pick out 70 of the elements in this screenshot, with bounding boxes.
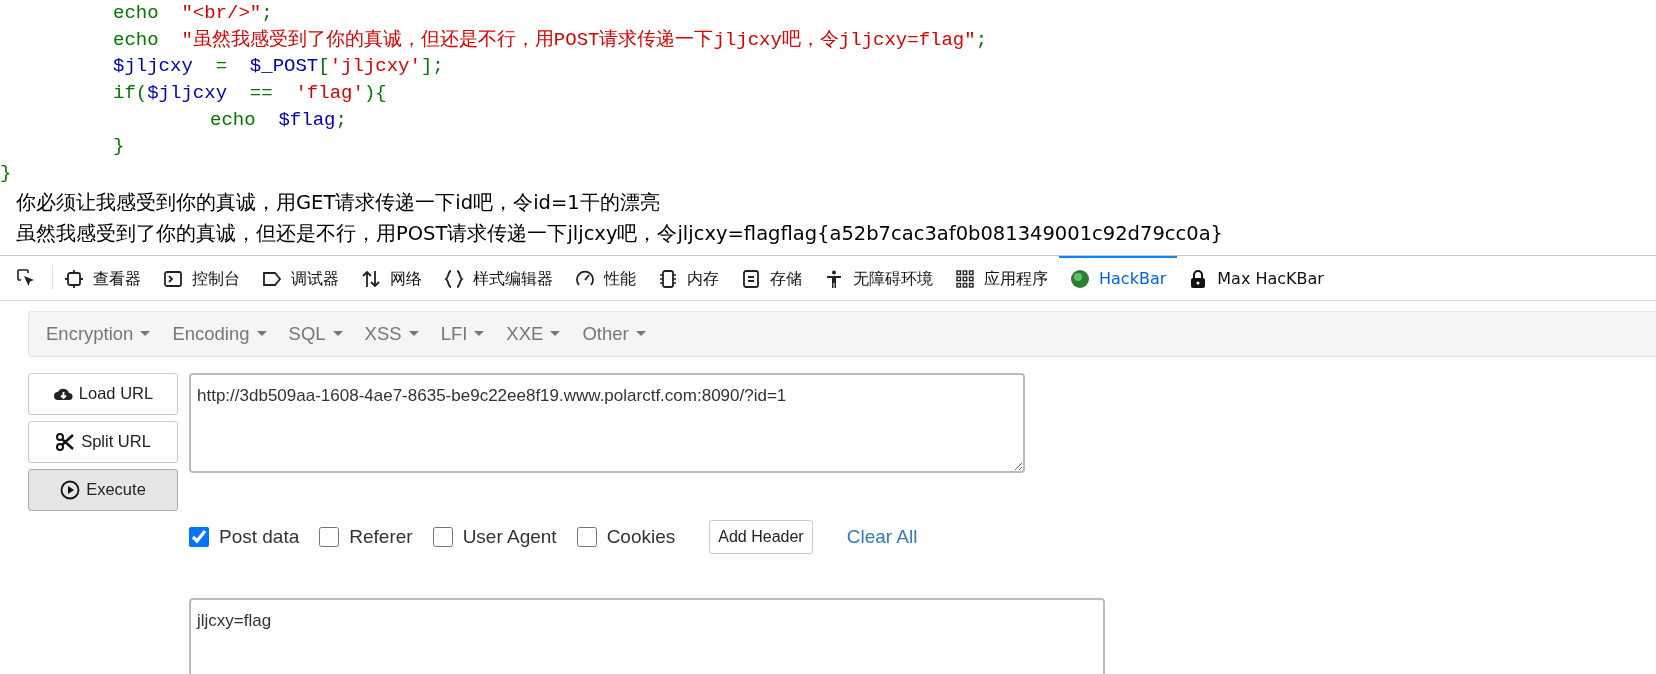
dropdown-menu-button[interactable]: SQL (277, 319, 354, 348)
code-token: 'flag' (295, 82, 364, 105)
code-token: [ (318, 55, 330, 78)
add-header-button[interactable]: Add Header (709, 519, 813, 554)
code-token: echo (113, 2, 160, 24)
code-token: } (0, 162, 12, 185)
checkbox-label: Post data (219, 524, 300, 549)
code-token: $flag (278, 108, 336, 131)
code-token: 'jljcxy' (329, 55, 421, 78)
scissors-icon (55, 431, 76, 452)
element-picker-icon[interactable] (16, 267, 36, 288)
code-token: echo (113, 28, 160, 51)
devtools-tab[interactable]: HackBar (1059, 255, 1178, 300)
code-token: ]; (420, 55, 444, 78)
code-token: ; (975, 28, 988, 51)
output-text: 你必须让我感受到你的真诚，用GET请求传递一下id吧，令id=1干的漂亮 (15, 189, 661, 216)
code-token: = (215, 55, 229, 78)
checkbox[interactable] (189, 526, 209, 547)
toolbar-button[interactable]: Execute (28, 468, 178, 511)
dropdown-menu-button[interactable]: Other (571, 319, 657, 348)
braces-icon (444, 268, 464, 289)
devtools-tab[interactable]: 查看器 (53, 255, 152, 300)
toolbar-button[interactable]: Split URL (28, 420, 178, 463)
code-token: $jljcxy (113, 55, 194, 78)
play-circle-icon (60, 479, 81, 500)
checkbox[interactable] (319, 526, 340, 547)
devtools-tab[interactable]: 无障碍环境 (813, 255, 944, 300)
devtools-tab[interactable]: 内存 (647, 255, 730, 300)
code-token: "<br/>" (181, 2, 262, 24)
checkbox-label: Cookies (606, 524, 676, 549)
code-token: if( (113, 82, 148, 105)
console-icon (163, 268, 183, 289)
devtools-tab[interactable]: Max HacKBar (1177, 255, 1335, 300)
output-text: 虽然我感受到了你的真诚，但还是不行，用POST请求传递一下jljcxy吧，令jljcxy=flagflag{a52b7cac3af0b081349001c92d79cc0a} (15, 220, 1224, 247)
inspector-icon (64, 268, 84, 289)
chip-icon (658, 268, 678, 289)
code-token: echo (210, 108, 257, 131)
code-token: ; (335, 108, 347, 131)
ball-icon (1070, 268, 1090, 289)
url-field[interactable]: http://3db509aa-1608-4ae7-8635-be9c22ee8f19.www.polarctf.com:8090/?id=1 (189, 372, 1025, 473)
dropdown-menu-button[interactable]: XSS (353, 319, 430, 348)
code-token: == (249, 82, 274, 105)
code-token: ; (261, 2, 273, 24)
code-token: "虽然我感受到了你的真诚，但还是不行，用POST请求传递一下jljcxy吧，令jljcxy=flag" (181, 28, 976, 51)
clear-all-link[interactable]: Clear All (846, 522, 918, 552)
storage-icon (741, 268, 761, 289)
devtools-tab[interactable]: 应用程序 (944, 255, 1059, 300)
post-data-field[interactable]: jljcxy=flag (189, 597, 1105, 674)
code-token: } (113, 135, 125, 158)
devtools-tab[interactable]: 网络 (350, 255, 433, 300)
checkbox[interactable] (576, 526, 597, 547)
devtools-tab[interactable]: 控制台 (152, 255, 251, 300)
devtools-tab[interactable]: 调试器 (251, 255, 350, 300)
devtools-tab[interactable]: 样式编辑器 (433, 255, 564, 300)
devtools-tab[interactable]: 性能 (564, 255, 647, 300)
checkbox[interactable] (432, 526, 453, 547)
dropdown-menu-button[interactable]: LFI (429, 319, 496, 348)
code-token: ){ (363, 82, 387, 105)
checkbox-label: Referer (349, 524, 413, 549)
up-down-arrows-icon (361, 268, 381, 289)
grid-icon (955, 268, 975, 289)
dropdown-menu-button[interactable]: Encryption (35, 319, 162, 348)
code-token: $_POST (249, 55, 319, 78)
checkbox-label: User Agent (462, 524, 557, 549)
toolbar-button[interactable]: Load URL (28, 372, 178, 415)
dropdown-menu-button[interactable]: Encoding (161, 319, 278, 348)
code-token: $jljcxy (147, 82, 229, 105)
devtools-tab[interactable]: 存储 (730, 255, 813, 300)
dropdown-menu-button[interactable]: XXE (495, 319, 572, 348)
person-icon (824, 268, 844, 289)
